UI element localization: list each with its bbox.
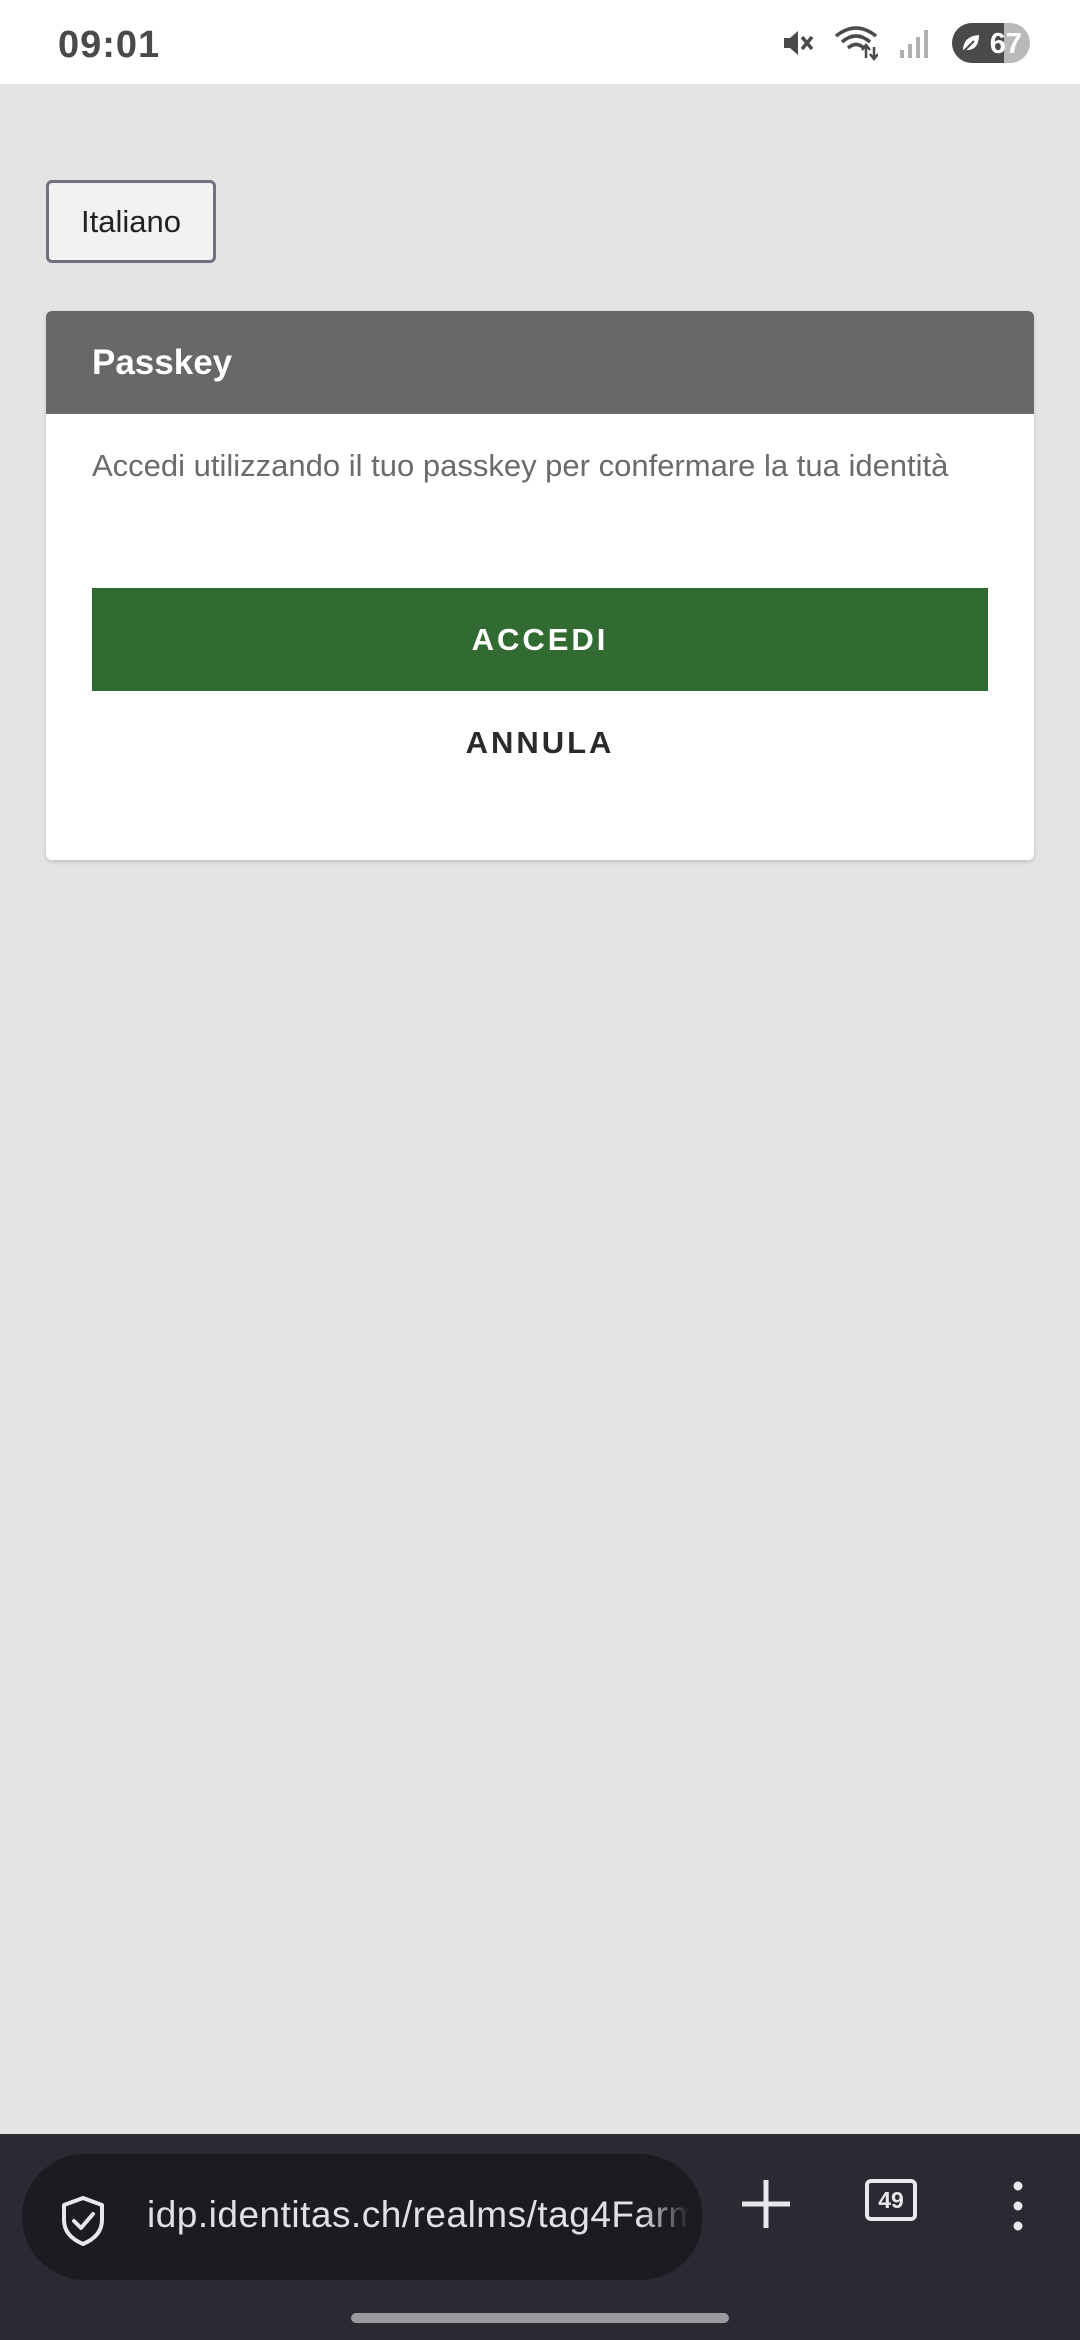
url-fade — [642, 2154, 702, 2280]
wifi-icon — [834, 26, 878, 62]
signal-icon — [900, 30, 928, 58]
url-text[interactable]: idp.identitas.ch/realms/tag4Farmers/logi… — [147, 2194, 702, 2236]
card-title: Passkey — [92, 342, 233, 382]
cancel-button[interactable]: ANNULA — [92, 703, 988, 783]
passkey-card: Passkey Accedi utilizzando il tuo passke… — [46, 311, 1034, 860]
language-selector-button[interactable]: Italiano — [46, 180, 216, 263]
address-bar[interactable]: idp.identitas.ch/realms/tag4Farmers/logi… — [22, 2154, 702, 2280]
mute-icon — [784, 31, 814, 55]
card-description: Accedi utilizzando il tuo passkey per co… — [92, 448, 949, 483]
tabs-icon[interactable]: 49 — [865, 2179, 917, 2221]
card-header: Passkey — [46, 311, 1034, 414]
status-bar: 09:01 67 — [0, 0, 1080, 84]
status-icons: 67 — [780, 22, 1030, 64]
battery-percent: 67 — [989, 28, 1022, 60]
battery-indicator: 67 — [952, 23, 1030, 63]
plus-icon[interactable] — [738, 2176, 794, 2232]
home-indicator[interactable] — [351, 2313, 729, 2323]
tab-count: 49 — [878, 2186, 904, 2213]
battery-saver-icon — [962, 35, 979, 53]
status-time: 09:01 — [58, 24, 161, 66]
browser-toolbar: idp.identitas.ch/realms/tag4Farmers/logi… — [0, 2134, 1080, 2340]
more-vert-icon[interactable] — [1003, 2174, 1033, 2238]
sign-in-button[interactable]: ACCEDI — [92, 588, 988, 691]
shield-check-icon[interactable] — [58, 2194, 108, 2248]
